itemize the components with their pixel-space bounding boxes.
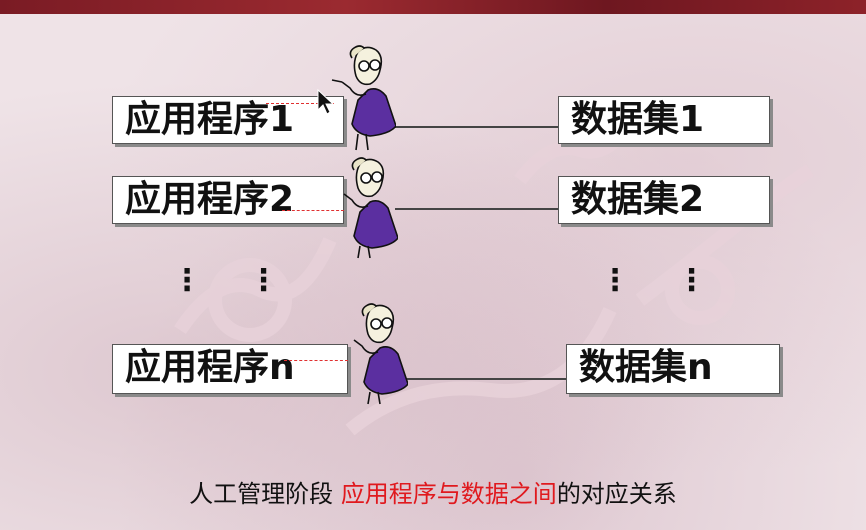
connector-line-n	[405, 378, 566, 380]
programmer-figure-icon	[343, 157, 398, 259]
connector-line-1	[395, 126, 558, 128]
mouse-cursor-icon	[317, 88, 335, 115]
ellipsis-left: ⋮ ⋮	[172, 263, 297, 298]
dataset-label-n: 数据集n	[579, 347, 713, 388]
top-banner	[0, 0, 866, 14]
dataset-label-2: 数据集2	[571, 179, 705, 220]
app-label-n: 应用程序n	[125, 347, 295, 388]
dataset-box-n: 数据集n	[566, 344, 780, 394]
watermark	[174, 106, 814, 436]
app-box-2: 应用程序2	[112, 176, 344, 224]
programmer-figure-icon	[353, 303, 408, 405]
app-box-n: 应用程序n	[112, 344, 348, 394]
caption-suffix: 的对应关系	[556, 480, 677, 508]
app-label-1: 应用程序1	[125, 99, 295, 140]
ellipsis-right: ⋮ ⋮	[600, 263, 725, 298]
connector-line-2	[395, 208, 558, 210]
caption-prefix: 人工管理阶段	[189, 480, 341, 508]
dataset-box-2: 数据集2	[558, 176, 770, 224]
dataset-label-1: 数据集1	[571, 99, 705, 140]
caption-highlight: 应用程序与数据之间	[340, 480, 557, 508]
dataset-box-1: 数据集1	[558, 96, 770, 144]
caption: 人工管理阶段 应用程序与数据之间的对应关系	[0, 474, 866, 509]
app-label-2: 应用程序2	[125, 179, 295, 220]
